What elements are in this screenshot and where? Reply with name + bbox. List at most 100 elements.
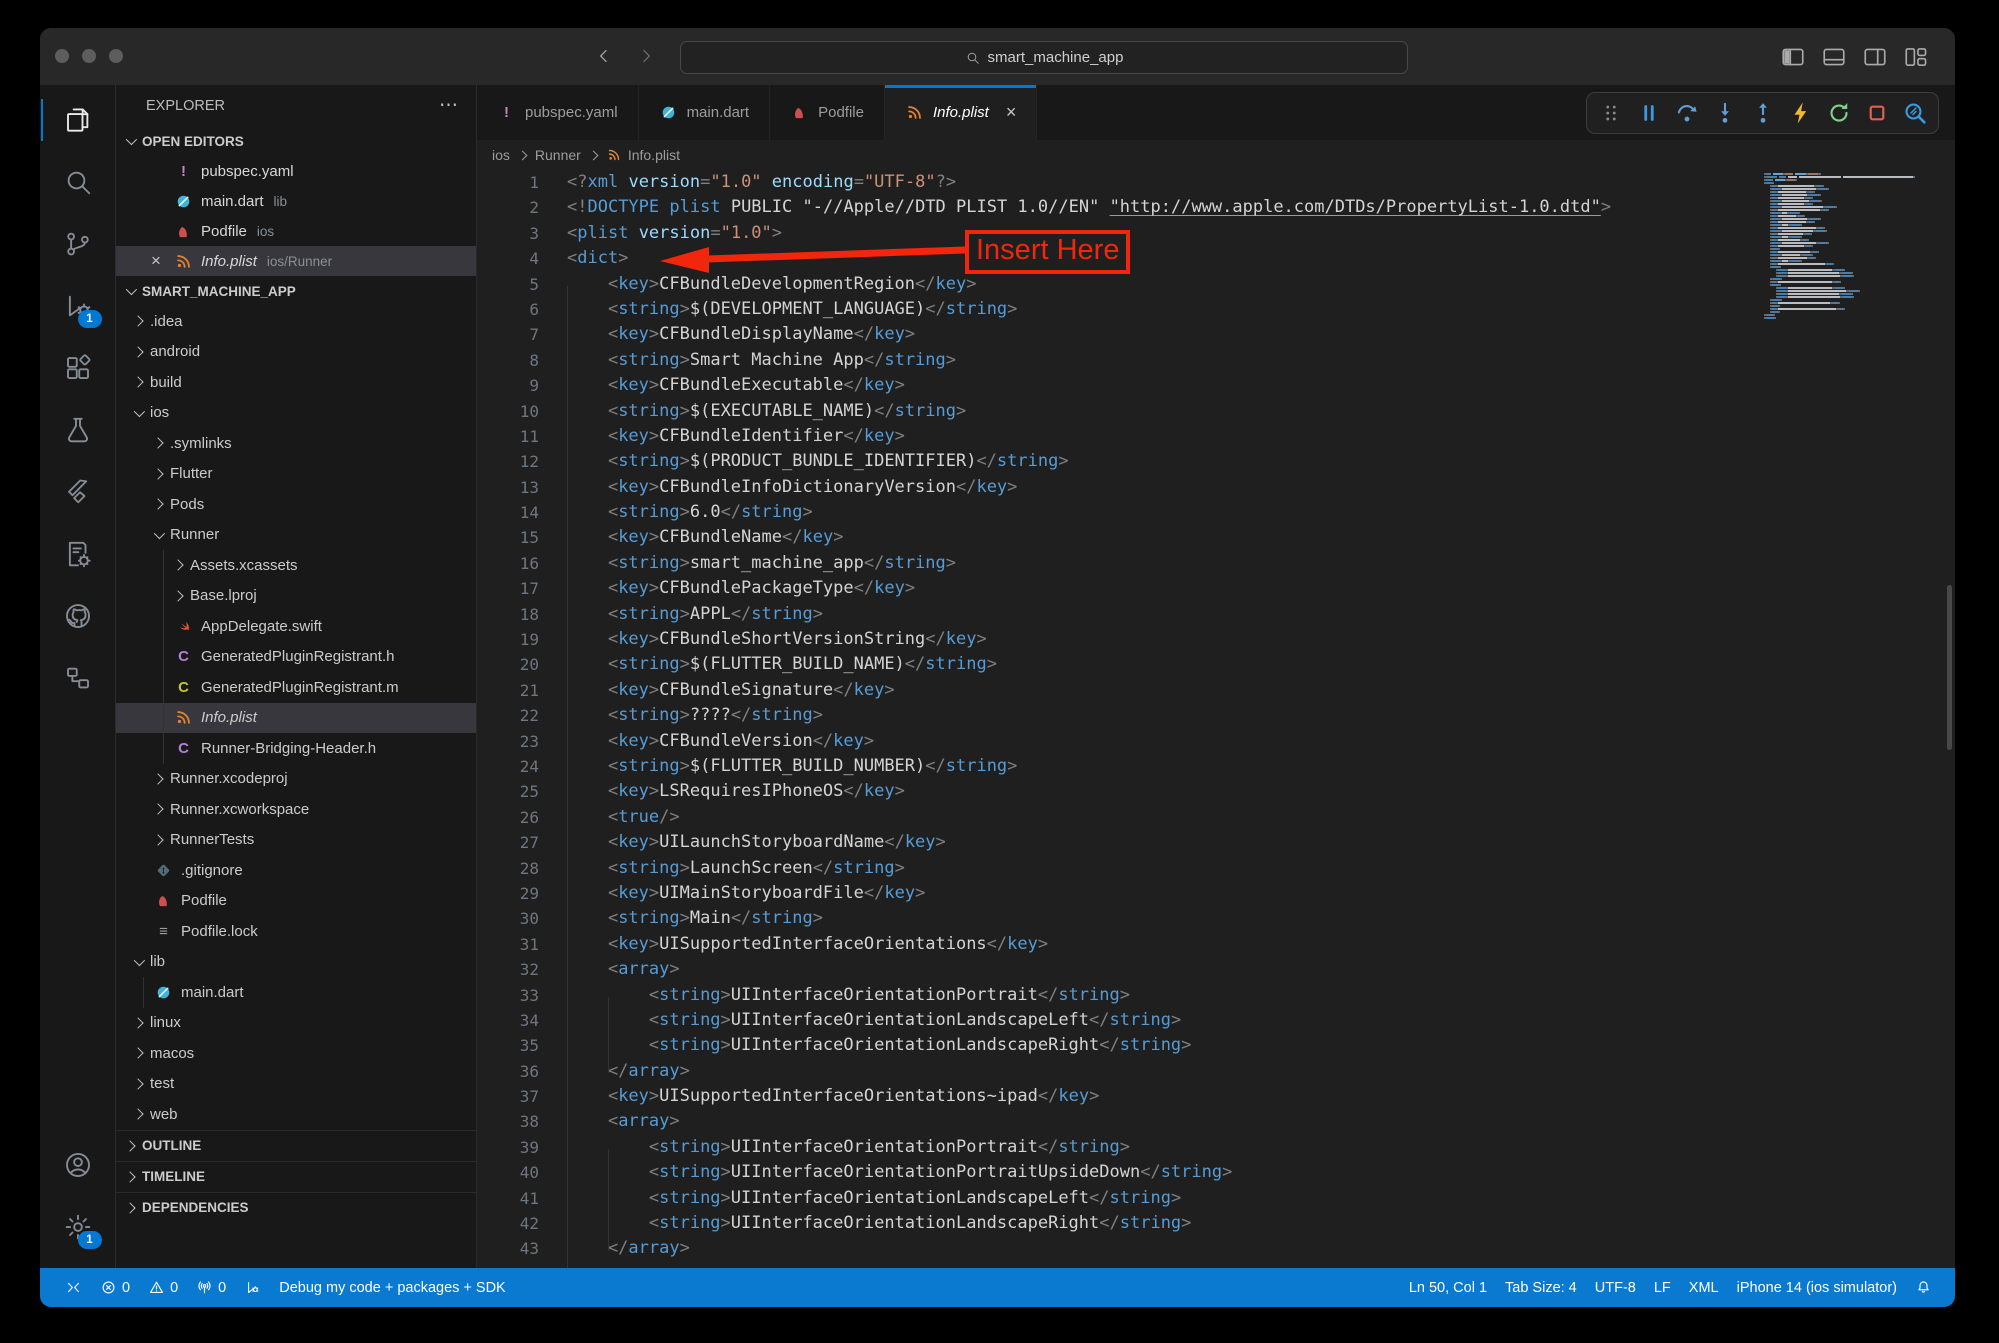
breadcrumb-item-info-plist[interactable]: Info.plist <box>606 147 680 163</box>
tree-item-linux[interactable]: linux <box>116 1008 476 1039</box>
forward-icon[interactable] <box>632 42 660 70</box>
layout-sidebar-right-icon[interactable] <box>1862 44 1888 70</box>
tree-item-build[interactable]: build <box>116 367 476 398</box>
tree-item-podfile-lock[interactable]: ≡Podfile.lock <box>116 916 476 947</box>
status-lf[interactable]: LF <box>1645 1268 1680 1307</box>
tab-main-dart[interactable]: main.dart <box>639 85 771 140</box>
status-warning[interactable]: 0 <box>139 1268 187 1307</box>
tree-item-generatedpluginregistrant-m[interactable]: CGeneratedPluginRegistrant.m <box>116 672 476 703</box>
pause-icon[interactable] <box>1634 99 1663 128</box>
tab-podfile[interactable]: Podfile <box>770 85 885 140</box>
traffic-light-close[interactable] <box>55 49 69 63</box>
chevron-right-icon <box>132 1048 143 1059</box>
activity-extensions[interactable] <box>41 337 115 399</box>
step-out-icon[interactable] <box>1748 99 1777 128</box>
section-dependencies[interactable]: DEPENDENCIES <box>116 1192 476 1223</box>
section-timeline[interactable]: TIMELINE <box>116 1161 476 1192</box>
status-broadcast[interactable]: 0 <box>187 1268 235 1307</box>
close-icon[interactable]: × <box>146 251 166 271</box>
activity-references[interactable] <box>41 647 115 709</box>
activity-account[interactable] <box>41 1134 115 1196</box>
tree-item-appdelegate-swift[interactable]: AppDelegate.swift <box>116 611 476 642</box>
grip-icon[interactable] <box>1596 99 1625 128</box>
tree-item-pods[interactable]: Pods <box>116 489 476 520</box>
tree-item-info-plist[interactable]: Info.plist <box>116 703 476 734</box>
minimap[interactable] <box>1764 170 1930 320</box>
tree-item-runner[interactable]: Runner <box>116 520 476 551</box>
status-remote[interactable] <box>56 1268 91 1307</box>
tree-item-idea[interactable]: .idea <box>116 306 476 337</box>
tree-item-main-dart[interactable]: main.dart <box>116 977 476 1008</box>
flutter-inspector-icon[interactable] <box>1900 99 1929 128</box>
close-icon[interactable]: × <box>1006 102 1017 123</box>
activity-file-settings[interactable] <box>41 523 115 585</box>
code-line: 23<key>CFBundleVersion</key> <box>477 729 1955 754</box>
activity-testing[interactable] <box>41 399 115 461</box>
tree-item-macos[interactable]: macos <box>116 1038 476 1069</box>
status-bell[interactable] <box>1906 1268 1941 1307</box>
activity-source-control[interactable] <box>41 213 115 275</box>
open-editor-main-dart[interactable]: ×main.dartlib <box>116 186 476 216</box>
activity-explorer[interactable] <box>41 89 115 151</box>
tree-item-ios[interactable]: ios <box>116 398 476 429</box>
tree-item-test[interactable]: test <box>116 1069 476 1100</box>
tree-item-runnertests[interactable]: RunnerTests <box>116 825 476 856</box>
status-utf-8[interactable]: UTF-8 <box>1586 1268 1645 1307</box>
tree-item-web[interactable]: web <box>116 1099 476 1130</box>
open-editor-pubspec-yaml[interactable]: ×!pubspec.yaml <box>116 156 476 186</box>
breadcrumb-item-runner[interactable]: Runner <box>535 147 581 163</box>
back-icon[interactable] <box>590 42 618 70</box>
traffic-light-minimize[interactable] <box>82 49 96 63</box>
status-debug-my-code-packages-sdk[interactable]: Debug my code + packages + SDK <box>270 1268 515 1307</box>
activity-settings-gear[interactable]: 1 <box>41 1196 115 1258</box>
tree-item-podfile[interactable]: Podfile <box>116 886 476 917</box>
status-error[interactable]: 0 <box>91 1268 139 1307</box>
status-xml[interactable]: XML <box>1680 1268 1728 1307</box>
tree-item-lib[interactable]: lib <box>116 947 476 978</box>
status-ln-50-col-1[interactable]: Ln 50, Col 1 <box>1400 1268 1496 1307</box>
stop-icon[interactable] <box>1862 99 1891 128</box>
section-open-editors[interactable]: OPEN EDITORS <box>116 126 476 156</box>
tree-item-android[interactable]: android <box>116 337 476 368</box>
scrollbar-thumb[interactable] <box>1947 585 1952 750</box>
status-debug-status[interactable] <box>235 1268 270 1307</box>
layout-sidebar-left-icon[interactable] <box>1780 44 1806 70</box>
tree-item-runner-xcworkspace[interactable]: Runner.xcworkspace <box>116 794 476 825</box>
hot-reload-icon[interactable] <box>1786 99 1815 128</box>
code-editor[interactable]: 1<?xml version="1.0" encoding="UTF-8"?>2… <box>477 170 1955 1268</box>
breadcrumb-item-ios[interactable]: ios <box>492 147 510 163</box>
tree-item-generatedpluginregistrant-h[interactable]: CGeneratedPluginRegistrant.h <box>116 642 476 673</box>
layout-panel-icon[interactable] <box>1821 44 1847 70</box>
tree-item-runner-xcodeproj[interactable]: Runner.xcodeproj <box>116 764 476 795</box>
traffic-light-zoom[interactable] <box>109 49 123 63</box>
status-tab-size-4[interactable]: Tab Size: 4 <box>1496 1268 1586 1307</box>
layout-customize-icon[interactable] <box>1903 44 1929 70</box>
section-project[interactable]: SMART_MACHINE_APP <box>116 276 476 306</box>
minimap-line <box>1764 233 1930 235</box>
activity-search[interactable] <box>41 151 115 213</box>
restart-icon[interactable] <box>1824 99 1853 128</box>
activity-github[interactable] <box>41 585 115 647</box>
activity-run-debug[interactable]: 1 <box>41 275 115 337</box>
step-over-icon[interactable] <box>1672 99 1701 128</box>
tab-info-plist[interactable]: Info.plist× <box>885 85 1037 140</box>
command-center-search[interactable]: smart_machine_app <box>680 41 1408 74</box>
tree-item-flutter[interactable]: Flutter <box>116 459 476 490</box>
tree-item-assets-xcassets[interactable]: Assets.xcassets <box>116 550 476 581</box>
open-editor-label: main.dart <box>201 193 264 210</box>
breadcrumb[interactable]: ios Runner Info.plist <box>477 140 1955 170</box>
tree-item-gitignore[interactable]: .gitignore <box>116 855 476 886</box>
tree-item-symlinks[interactable]: .symlinks <box>116 428 476 459</box>
status-bar: 000Debug my code + packages + SDK Ln 50,… <box>40 1268 1955 1307</box>
more-actions-icon[interactable]: ⋯ <box>439 94 458 117</box>
open-editor-podfile[interactable]: ×Podfileios <box>116 216 476 246</box>
open-editor-info-plist[interactable]: ×Info.plistios/Runner <box>116 246 476 276</box>
status-iphone-14-ios-simulator[interactable]: iPhone 14 (ios simulator) <box>1728 1268 1906 1307</box>
section-outline[interactable]: OUTLINE <box>116 1130 476 1161</box>
tab-pubspec-yaml[interactable]: !pubspec.yaml <box>477 85 639 140</box>
tree-item-base-lproj[interactable]: Base.lproj <box>116 581 476 612</box>
tree-item-runner-bridging-header-h[interactable]: CRunner-Bridging-Header.h <box>116 733 476 764</box>
tab-bar: !pubspec.yamlmain.dartPodfileInfo.plist× <box>477 85 1955 140</box>
activity-flutter[interactable] <box>41 461 115 523</box>
step-into-icon[interactable] <box>1710 99 1739 128</box>
